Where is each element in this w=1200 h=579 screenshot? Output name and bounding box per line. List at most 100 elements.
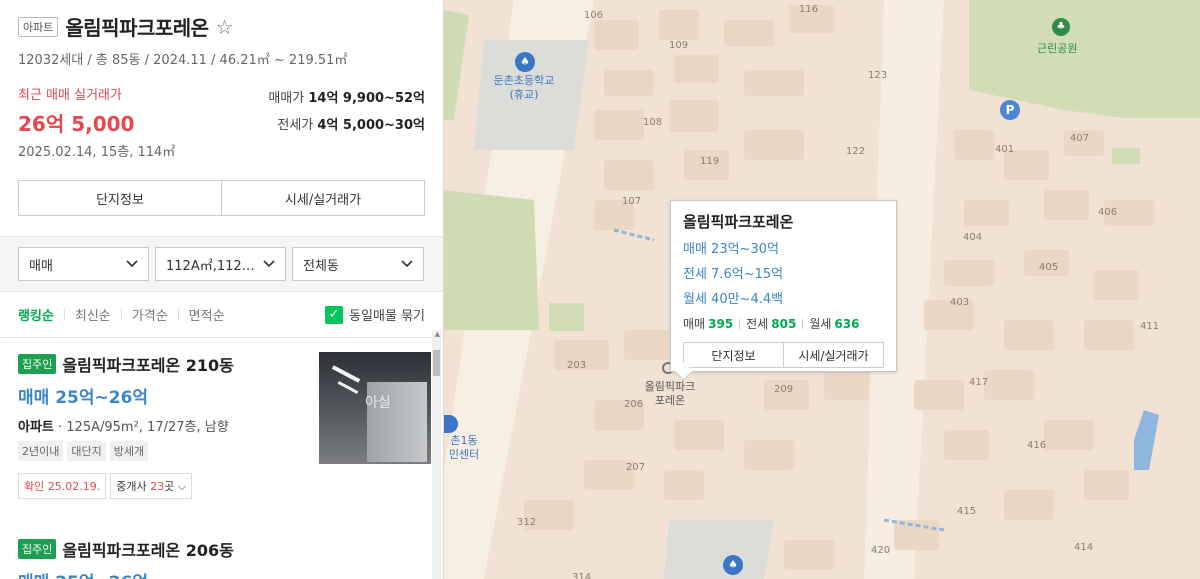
building-number: 405 <box>1039 262 1059 273</box>
listing-item[interactable]: 집주인 올림픽파크포레온 206동 매매 25억~26억 <box>0 523 443 579</box>
jeonse-range-label: 전세가 <box>277 118 314 133</box>
agent-count: 23 <box>150 480 165 493</box>
building-number: 417 <box>969 377 989 388</box>
sale-range-value: 14억 9,900~52억 <box>308 91 425 106</box>
price-ranges: 매매가 14억 9,900~52억 전세가 4억 5,000~30억 <box>268 84 425 160</box>
group-same-listings-label: 동일매물 묶기 <box>349 309 425 324</box>
green-area <box>444 10 469 120</box>
building-number: 207 <box>626 462 646 473</box>
building-number: 403 <box>950 297 970 308</box>
complex-header: 아파트 올림픽파크포레온 ☆ 12032세대 / 총 85동 / 2024.11… <box>0 0 443 216</box>
recent-trade-date: 2025.02.14, 15층, 114㎡ <box>18 145 176 160</box>
favorite-star-icon[interactable]: ☆ <box>216 15 234 39</box>
building-number: 404 <box>963 232 983 243</box>
green-area <box>444 190 539 330</box>
complex-title: 올림픽파크포레온 <box>65 16 209 40</box>
listing-tag: 대단지 <box>67 441 106 461</box>
sale-range-label: 매매가 <box>268 91 305 106</box>
popup-complex-info-button[interactable]: 단지정보 <box>684 343 783 367</box>
area-select[interactable]: 112A㎡,112… <box>155 247 286 281</box>
complex-tabs: 단지정보 시세/실거래가 <box>18 180 425 216</box>
listing-tag: 방세개 <box>109 441 149 461</box>
building-number: 312 <box>517 517 537 528</box>
park-area <box>969 0 1200 118</box>
area-value: 112A㎡,112… <box>166 258 255 274</box>
agent-prefix: 중개사 <box>116 480 151 493</box>
sort-area[interactable]: 면적순 <box>189 305 225 324</box>
popup-price-history-button[interactable]: 시세/실거래가 <box>783 343 883 367</box>
listing-name[interactable]: 올림픽파크포레온 206동 <box>62 537 233 561</box>
sort-price[interactable]: 가격순 <box>132 305 168 324</box>
building-number: 107 <box>622 196 642 207</box>
title-row: 아파트 올림픽파크포레온 ☆ <box>18 12 425 41</box>
listing-name[interactable]: 올림픽파크포레온 210동 <box>62 352 233 376</box>
building-number: 203 <box>567 360 587 371</box>
stream <box>613 228 655 242</box>
popup-monthly-range: 월세 40만~4.4백 <box>683 292 784 307</box>
sale-count-label: 매매 <box>683 317 706 331</box>
sale-count: 395 <box>708 316 734 331</box>
scroll-up-arrow-icon[interactable]: ▲ <box>435 330 440 338</box>
building-number: 119 <box>700 156 720 167</box>
trade-type-select[interactable]: 매매 <box>18 247 149 281</box>
owner-badge: 집주인 <box>18 539 57 559</box>
school-icon: ♠ <box>515 52 535 72</box>
building-number: 411 <box>1140 321 1160 332</box>
poi-park[interactable]: 근린공원 <box>1037 40 1077 56</box>
sort-row: 랭킹순 최신순 가격순 면적순 ✓ 동일매물 묶기 <box>0 292 443 338</box>
ceiling-light <box>331 365 361 383</box>
listing-item[interactable]: 집주인 올림픽파크포레온 210동 매매 25억~26억 아파트 · 125A/… <box>0 338 443 499</box>
divider <box>63 309 65 320</box>
building-number: 416 <box>1027 440 1047 451</box>
dong-value: 전체동 <box>303 258 339 274</box>
building-number: 407 <box>1070 133 1090 144</box>
green-patch <box>549 303 584 331</box>
ceiling-light <box>337 381 359 394</box>
popup-sale-range: 매매 23억~30억 <box>683 242 779 257</box>
poi-school-top[interactable]: 둔촌초등학교 (휴교) <box>484 74 564 102</box>
listing-type: 아파트 <box>18 420 54 435</box>
parking-icon[interactable]: P <box>1000 100 1020 120</box>
divider <box>177 309 179 320</box>
jeonse-count: 805 <box>771 316 797 331</box>
building-number: 415 <box>957 506 977 517</box>
scrollbar-thumb[interactable] <box>433 350 440 376</box>
listing-scrollbar[interactable] <box>432 330 441 579</box>
listing-thumbnail[interactable]: 아실 <box>319 352 431 464</box>
building-number: 209 <box>774 384 794 395</box>
tab-price-history[interactable]: 시세/실거래가 <box>221 181 424 215</box>
owner-badge: 집주인 <box>18 354 57 374</box>
jeonse-count-label: 전세 <box>746 317 769 331</box>
agent-count-dropdown[interactable]: 중개사 23곳 ⌵ <box>110 473 193 499</box>
divider <box>120 309 122 320</box>
popup-buttons: 단지정보 시세/실거래가 <box>683 342 884 368</box>
type-badge: 아파트 <box>18 16 59 37</box>
building-number: 106 <box>584 10 604 21</box>
building-number: 314 <box>572 572 592 579</box>
popup-title[interactable]: 올림픽파크포레온 <box>683 211 884 232</box>
listing-price: 매매 25억~26억 <box>18 568 425 579</box>
tab-complex-info[interactable]: 단지정보 <box>19 181 221 215</box>
green-patch <box>1112 148 1140 164</box>
dong-select[interactable]: 전체동 <box>292 247 424 281</box>
confirm-date-badge: 확인 25.02.19. <box>18 473 107 499</box>
map-area[interactable]: 106 116 109 123 108 122 119 401 407 107 … <box>444 0 1200 579</box>
school-block <box>664 520 774 579</box>
agent-suffix: 곳 <box>164 480 178 493</box>
filter-bar: 매매 112A㎡,112… 전체동 <box>0 236 443 292</box>
recent-trade-label: 최근 매매 실거래가 <box>18 88 122 103</box>
complex-marker-label[interactable]: 올림픽파크 포레온 <box>632 380 708 408</box>
sort-latest[interactable]: 최신순 <box>75 305 111 324</box>
chevron-down-icon: ⌵ <box>177 480 187 493</box>
listing-tag: 2년이내 <box>18 441 64 461</box>
pond <box>1134 410 1159 470</box>
group-same-listings-toggle[interactable]: ✓ 동일매물 묶기 <box>325 305 425 324</box>
sale-range-row: 매매가 14억 9,900~52억 <box>268 87 425 106</box>
popup-counts: 매매 395 전세 805 월세 636 <box>683 315 884 332</box>
sort-ranking[interactable]: 랭킹순 <box>18 305 54 324</box>
listing-title-row: 집주인 올림픽파크포레온 206동 <box>18 537 425 561</box>
building-number: 123 <box>868 70 888 81</box>
building-number: 406 <box>1098 207 1118 218</box>
poi-community-center[interactable]: 촌1동 민센터 <box>444 434 486 462</box>
checkbox-checked-icon[interactable]: ✓ <box>325 305 344 324</box>
